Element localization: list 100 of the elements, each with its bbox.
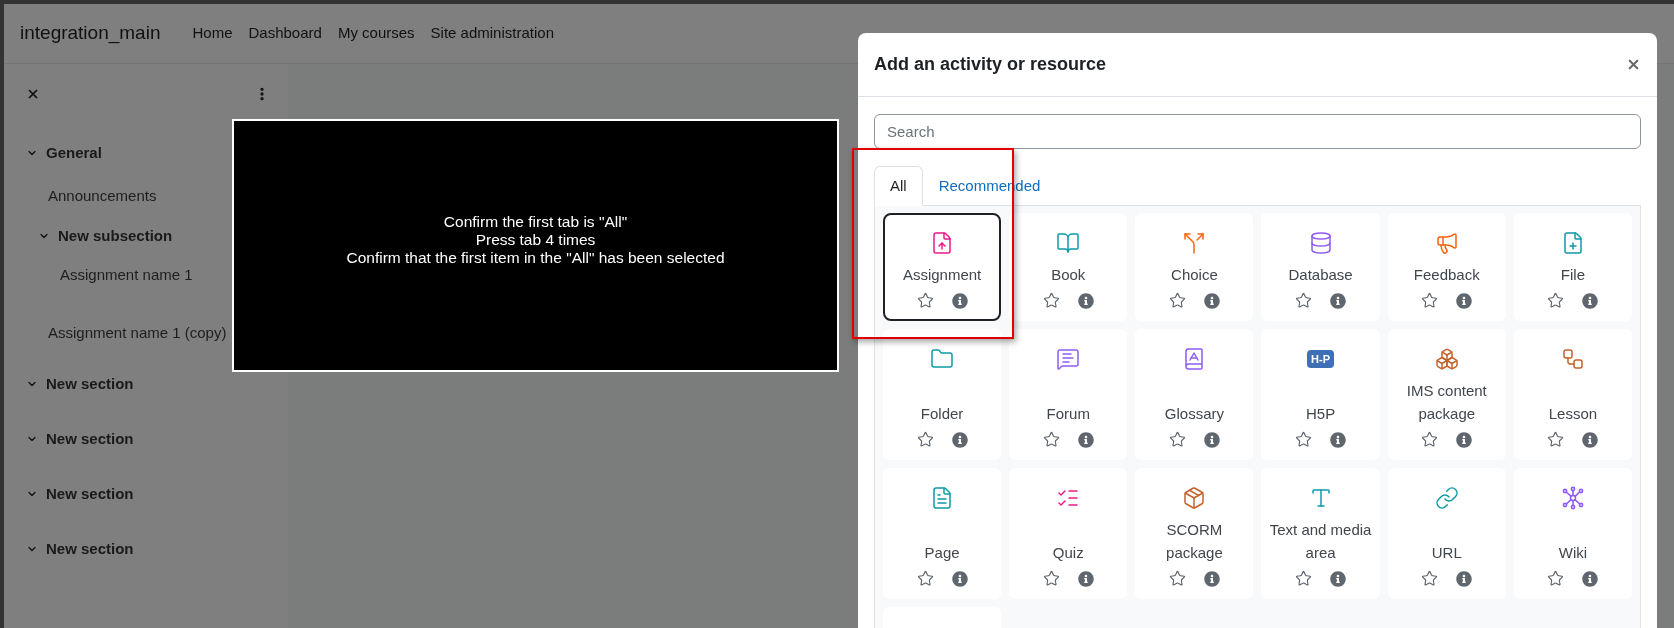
activity-link[interactable]: Assignment name 1 (copy) <box>48 321 227 345</box>
activity-name: Book <box>1051 265 1086 285</box>
info-icon[interactable] <box>1456 570 1473 587</box>
activity-card[interactable]: Page <box>883 468 1002 599</box>
activity-name: Folder <box>920 404 964 424</box>
activity-card[interactable]: Wiki <box>1513 468 1632 599</box>
activity-card[interactable]: Assignment <box>883 213 1002 321</box>
star-icon[interactable] <box>916 570 934 587</box>
activity-card[interactable]: Feedback <box>1387 213 1506 321</box>
activity-card[interactable]: Choice <box>1135 213 1254 321</box>
nav-link[interactable]: Dashboard <box>248 22 322 45</box>
info-icon[interactable] <box>1077 292 1094 309</box>
activity-card[interactable]: IMS content package <box>1387 329 1506 460</box>
info-icon[interactable] <box>1077 431 1094 448</box>
info-icon[interactable] <box>1582 431 1599 448</box>
link-icon <box>1434 486 1459 510</box>
logo-badge: H-P <box>1307 350 1335 368</box>
star-icon[interactable] <box>1042 431 1060 448</box>
nav-link[interactable]: My courses <box>337 22 415 45</box>
star-icon[interactable] <box>1547 292 1565 309</box>
section-title[interactable]: New subsection <box>58 224 173 248</box>
activity-card[interactable]: Folder <box>883 329 1002 460</box>
section-title[interactable]: New section <box>46 482 134 506</box>
star-icon[interactable] <box>1295 292 1313 309</box>
nav-link[interactable]: Site administration <box>430 22 554 45</box>
info-icon[interactable] <box>951 431 968 448</box>
activity-card[interactable]: Quiz <box>1009 468 1128 599</box>
activity-link[interactable]: Announcements <box>48 185 157 208</box>
section-title[interactable]: New section <box>46 427 134 451</box>
star-icon[interactable] <box>1168 431 1186 448</box>
star-icon[interactable] <box>1421 292 1439 309</box>
megaphone-icon <box>1434 231 1459 255</box>
star-icon[interactable] <box>1168 292 1186 309</box>
instruction-text: Confirm the first tab is "All" <box>443 212 628 231</box>
close-icon[interactable] <box>26 87 40 101</box>
activity-card[interactable]: Lesson <box>1513 329 1632 460</box>
activity-name: Database <box>1288 265 1353 285</box>
info-icon[interactable] <box>951 292 968 309</box>
activity-card[interactable]: File <box>1513 213 1632 321</box>
close-icon[interactable] <box>1626 57 1641 72</box>
activity-card[interactable]: Glossary <box>1135 329 1254 460</box>
info-icon[interactable] <box>1203 292 1220 309</box>
info-icon[interactable] <box>951 570 968 587</box>
star-icon[interactable] <box>1295 431 1313 448</box>
star-icon[interactable] <box>916 431 934 448</box>
database-icon <box>1308 231 1333 255</box>
info-icon[interactable] <box>1203 431 1220 448</box>
site-name[interactable]: integration_main <box>20 19 161 48</box>
activity-name: Page <box>924 543 960 563</box>
star-icon[interactable] <box>1547 570 1565 587</box>
activity-card[interactable]: Forum <box>1009 329 1128 460</box>
package-icon <box>1182 486 1207 510</box>
activity-card[interactable]: Database <box>1261 213 1380 321</box>
section-title[interactable]: New section <box>46 372 134 396</box>
star-icon[interactable] <box>1168 570 1186 587</box>
activity-name: Feedback <box>1413 265 1480 285</box>
info-icon[interactable] <box>1330 292 1347 309</box>
activity-name: Quiz <box>1052 543 1084 563</box>
info-icon[interactable] <box>1456 431 1473 448</box>
info-icon[interactable] <box>1330 431 1347 448</box>
instruction-text: Press tab 4 times <box>475 230 596 249</box>
tab[interactable]: All <box>874 166 923 206</box>
flowchart-icon <box>1560 347 1585 371</box>
info-icon[interactable] <box>1456 292 1473 309</box>
activity-name: Lesson <box>1548 404 1598 424</box>
activity-card[interactable]: Text and media area <box>1261 468 1380 599</box>
star-icon[interactable] <box>1295 570 1313 587</box>
star-icon[interactable] <box>1547 431 1565 448</box>
search-field[interactable]: Search <box>874 114 1641 149</box>
star-icon[interactable] <box>1421 570 1439 587</box>
activity-name: H5P <box>1305 404 1336 424</box>
info-icon[interactable] <box>1203 570 1220 587</box>
network-icon <box>1560 486 1585 510</box>
activity-name: Text and media area <box>1268 520 1373 563</box>
star-icon[interactable] <box>1421 431 1439 448</box>
star-icon[interactable] <box>1042 292 1060 309</box>
star-icon[interactable] <box>916 292 934 309</box>
info-icon[interactable] <box>1330 570 1347 587</box>
chat-bubble-icon <box>1056 347 1081 371</box>
activity-name: Wiki <box>1558 543 1588 563</box>
split-arrow-icon <box>1182 231 1207 255</box>
folder-icon <box>930 347 955 371</box>
section-title[interactable]: New section <box>46 537 134 561</box>
activity-card[interactable]: URL <box>1387 468 1506 599</box>
activity-link[interactable]: Assignment name 1 <box>60 264 193 287</box>
modal-title: Add an activity or resource <box>874 53 1107 76</box>
activity-name: File <box>1560 265 1585 285</box>
activity-name: Glossary <box>1164 404 1224 424</box>
book-icon <box>1056 231 1081 255</box>
info-icon[interactable] <box>1582 570 1599 587</box>
activity-name: IMS content package <box>1405 381 1488 424</box>
info-icon[interactable] <box>1077 570 1094 587</box>
activity-card[interactable]: H-P H5P <box>1261 329 1380 460</box>
activity-card[interactable]: SCORM package <box>1135 468 1254 599</box>
info-icon[interactable] <box>1582 292 1599 309</box>
star-icon[interactable] <box>1042 570 1060 587</box>
nav-link[interactable]: Home <box>192 22 233 45</box>
section-title[interactable]: General <box>46 141 102 165</box>
activity-name: URL <box>1431 543 1462 563</box>
activity-card[interactable]: Book <box>1009 213 1128 321</box>
